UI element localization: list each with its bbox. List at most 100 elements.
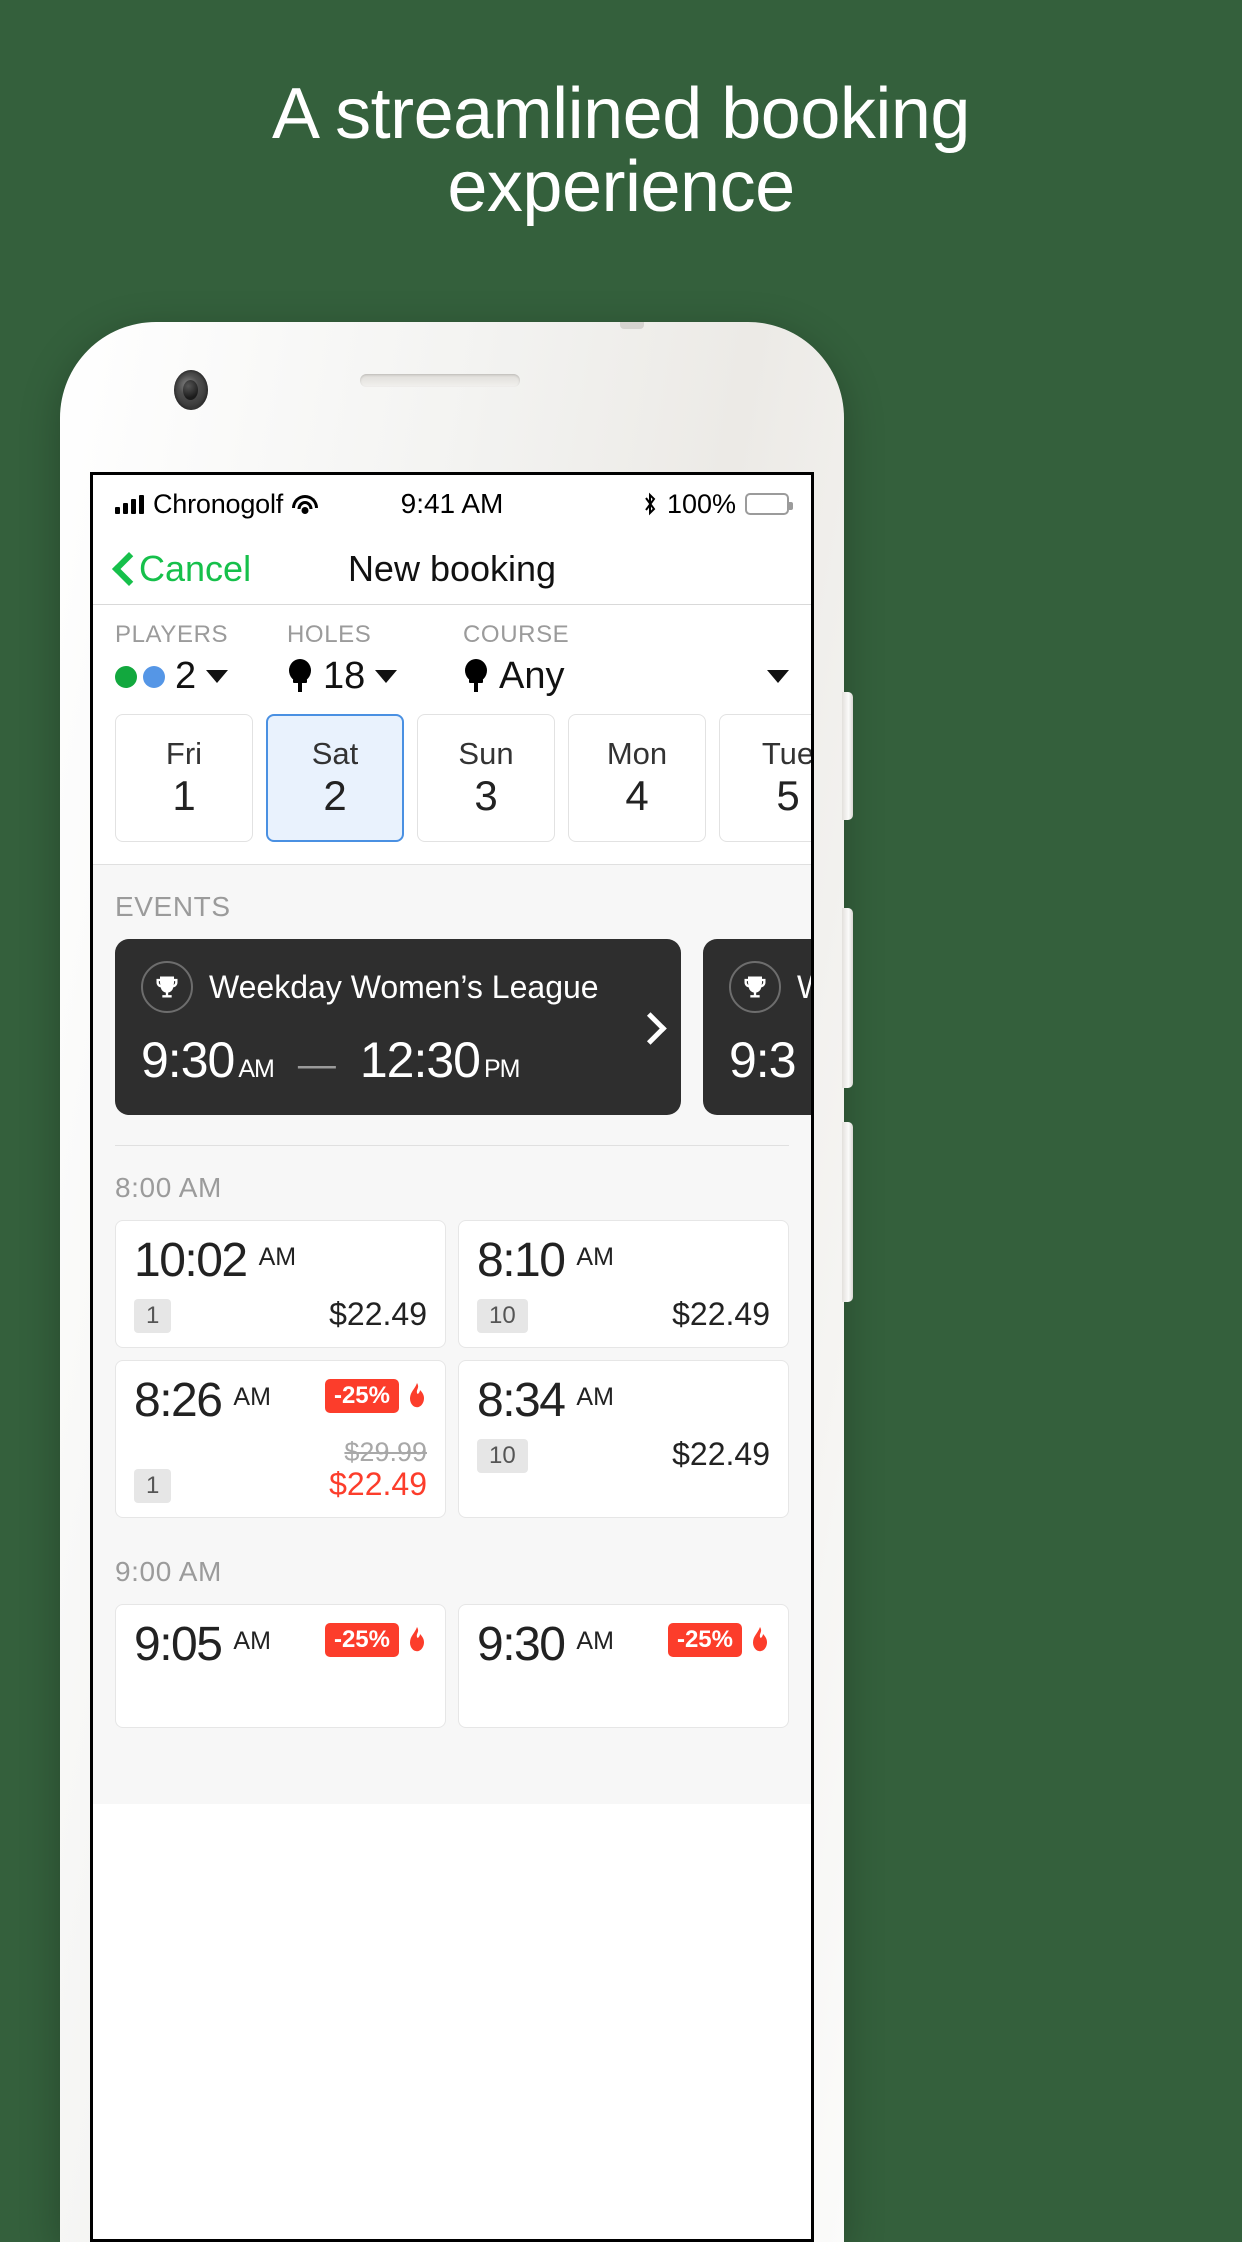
slot-quantity-badge: 10	[477, 1298, 528, 1333]
event-title: W	[797, 969, 811, 1006]
slot-original-price: $29.99	[344, 1436, 427, 1467]
tee-time-slot[interactable]: 8:26 AM -25% 1 $29.99 $22.49	[115, 1359, 446, 1518]
date-cell-weekday: Tue	[761, 736, 811, 772]
slot-prices: $29.99 $22.49	[329, 1437, 427, 1503]
discount-badge: -25%	[324, 1622, 399, 1657]
date-cell-weekday: Sat	[311, 736, 359, 772]
event-start-time: 9:3	[729, 1032, 797, 1088]
event-card[interactable]: W9:3	[703, 939, 811, 1115]
event-header: Weekday Women’s League	[141, 961, 659, 1013]
phone-volume-down-button[interactable]	[842, 1122, 853, 1302]
tee-time-group-header: 9:00 AM	[115, 1555, 222, 1587]
tee-time-slot[interactable]: 10:02 AM 1 $22.49	[115, 1220, 446, 1348]
tee-time-slot[interactable]: 9:30 AM -25%	[458, 1603, 789, 1728]
slot-prices: $22.49	[672, 1435, 770, 1473]
date-cell-sat[interactable]: Sat 2	[266, 714, 404, 842]
event-end-time: 12:30 PM	[359, 1032, 521, 1088]
date-cell-day: 4	[625, 771, 649, 819]
filter-course[interactable]: COURSE Any	[463, 621, 789, 698]
chevron-right-icon[interactable]	[639, 1012, 655, 1042]
event-card[interactable]: Weekday Women’s League 9:30 AM — 12:30 PM	[115, 939, 681, 1115]
slot-meridiem: AM	[233, 1382, 271, 1411]
slot-footer: 10 $22.49	[477, 1296, 770, 1333]
filter-players-label: PLAYERS	[115, 621, 229, 648]
slot-header: 8:10 AM	[477, 1237, 770, 1285]
page-title: A streamlined booking experience	[272, 74, 970, 228]
status-bar-left: Chronogolf	[115, 488, 319, 520]
slot-prices: $22.49	[329, 1296, 427, 1333]
filter-holes[interactable]: HOLES 18	[287, 621, 463, 698]
filter-course-value: Any	[499, 655, 565, 697]
phone-silent-switch[interactable]	[842, 692, 853, 820]
status-bar: Chronogolf 9:41 AM 100%	[93, 475, 811, 533]
filter-holes-value: 18	[323, 655, 366, 697]
slot-header: 10:02 AM	[134, 1237, 427, 1285]
date-cell-fri[interactable]: Fri 1	[115, 714, 253, 842]
trophy-icon	[141, 961, 193, 1013]
slot-quantity-badge: 1	[134, 1298, 172, 1333]
tee-time-slot[interactable]: 8:34 AM 10 $22.49	[458, 1359, 789, 1518]
filter-players-value: 2	[175, 655, 197, 697]
cancel-button-label: Cancel	[139, 547, 252, 589]
date-cell-tue[interactable]: Tue 5	[719, 714, 811, 842]
slot-meridiem: AM	[576, 1626, 614, 1655]
flame-icon	[750, 1626, 770, 1653]
slot-header: 9:05 AM -25%	[134, 1620, 427, 1669]
slot-price: $22.49	[672, 1435, 770, 1472]
event-end-meridiem: PM	[483, 1055, 520, 1083]
discount-badge: -25%	[324, 1378, 399, 1413]
slot-promo: -25%	[667, 1622, 770, 1657]
slot-meridiem: AM	[233, 1626, 271, 1655]
tee-time-list: 8:00 AM 10:02 AM 1 $22.49 8:10 AM 10 $22.49 8:26 A…	[93, 1146, 811, 1740]
date-cell-day: 5	[776, 771, 800, 819]
event-start-meridiem: AM	[238, 1055, 274, 1083]
wifi-icon	[292, 494, 319, 514]
navigation-bar: Cancel New booking	[93, 533, 811, 605]
tee-time-row: 10:02 AM 1 $22.49 8:10 AM 10 $22.49	[93, 1220, 811, 1360]
phone-mockup: Chronogolf 9:41 AM 100% Cancel New booki…	[60, 322, 853, 2242]
chevron-left-icon	[113, 553, 131, 585]
battery-full-icon	[745, 493, 793, 515]
slot-time: 8:34	[477, 1373, 566, 1427]
player-dots-icon	[115, 665, 165, 688]
tee-time-group-header: 8:00 AM	[115, 1172, 222, 1203]
slot-meridiem: AM	[576, 1382, 614, 1411]
front-camera-icon	[174, 370, 208, 410]
date-cell-day: 1	[172, 771, 196, 819]
phone-antenna-line	[620, 322, 644, 329]
golf-tee-icon	[287, 658, 313, 695]
date-cell-mon[interactable]: Mon 4	[568, 714, 706, 842]
caret-down-icon	[767, 670, 789, 683]
cancel-button[interactable]: Cancel	[113, 548, 251, 590]
trophy-icon	[729, 961, 781, 1013]
event-range-dash: —	[297, 1044, 336, 1086]
date-cell-weekday: Mon	[606, 736, 668, 772]
event-time-range: 9:30 AM — 12:30 PM	[141, 1031, 659, 1089]
filter-holes-label: HOLES	[287, 621, 372, 648]
bluetooth-icon	[643, 492, 658, 516]
tee-time-row: 9:05 AM -25% 9:30 AM -25%	[93, 1603, 811, 1740]
slot-time: 8:10	[477, 1234, 566, 1287]
slot-promo: -25%	[324, 1378, 427, 1413]
date-selector[interactable]: Fri 1 Sat 2 Sun 3 Mon 4 Tue 5	[93, 708, 811, 864]
phone-volume-up-button[interactable]	[842, 908, 853, 1088]
slot-prices: $22.49	[672, 1296, 770, 1333]
slot-header: 8:34 AM	[477, 1373, 770, 1427]
slot-footer: 10 $22.49	[477, 1435, 770, 1473]
slot-footer: 1 $29.99 $22.49	[134, 1437, 427, 1503]
date-cell-sun[interactable]: Sun 3	[417, 714, 555, 842]
slot-quantity-badge: 10	[477, 1438, 528, 1473]
slot-meridiem: AM	[258, 1243, 297, 1271]
carrier-label: Chronogolf	[153, 488, 284, 519]
caret-down-icon	[375, 670, 398, 683]
event-time-range: 9:3	[729, 1031, 811, 1089]
slot-promo: -25%	[324, 1622, 427, 1657]
booking-content: EVENTS Weekday Women’s League 9:30 AM —12:3…	[93, 864, 811, 1804]
date-cell-day: 2	[323, 771, 347, 819]
tee-time-slot[interactable]: 8:10 AM 10 $22.49	[458, 1220, 789, 1348]
golf-tee-icon	[463, 658, 489, 695]
tee-time-slot[interactable]: 9:05 AM -25%	[115, 1603, 446, 1728]
events-carousel[interactable]: Weekday Women’s League 9:30AM — 12:30PM W9:3	[93, 939, 811, 1115]
filter-players[interactable]: PLAYERS 2	[115, 621, 287, 698]
slot-price: $22.49	[329, 1466, 427, 1503]
